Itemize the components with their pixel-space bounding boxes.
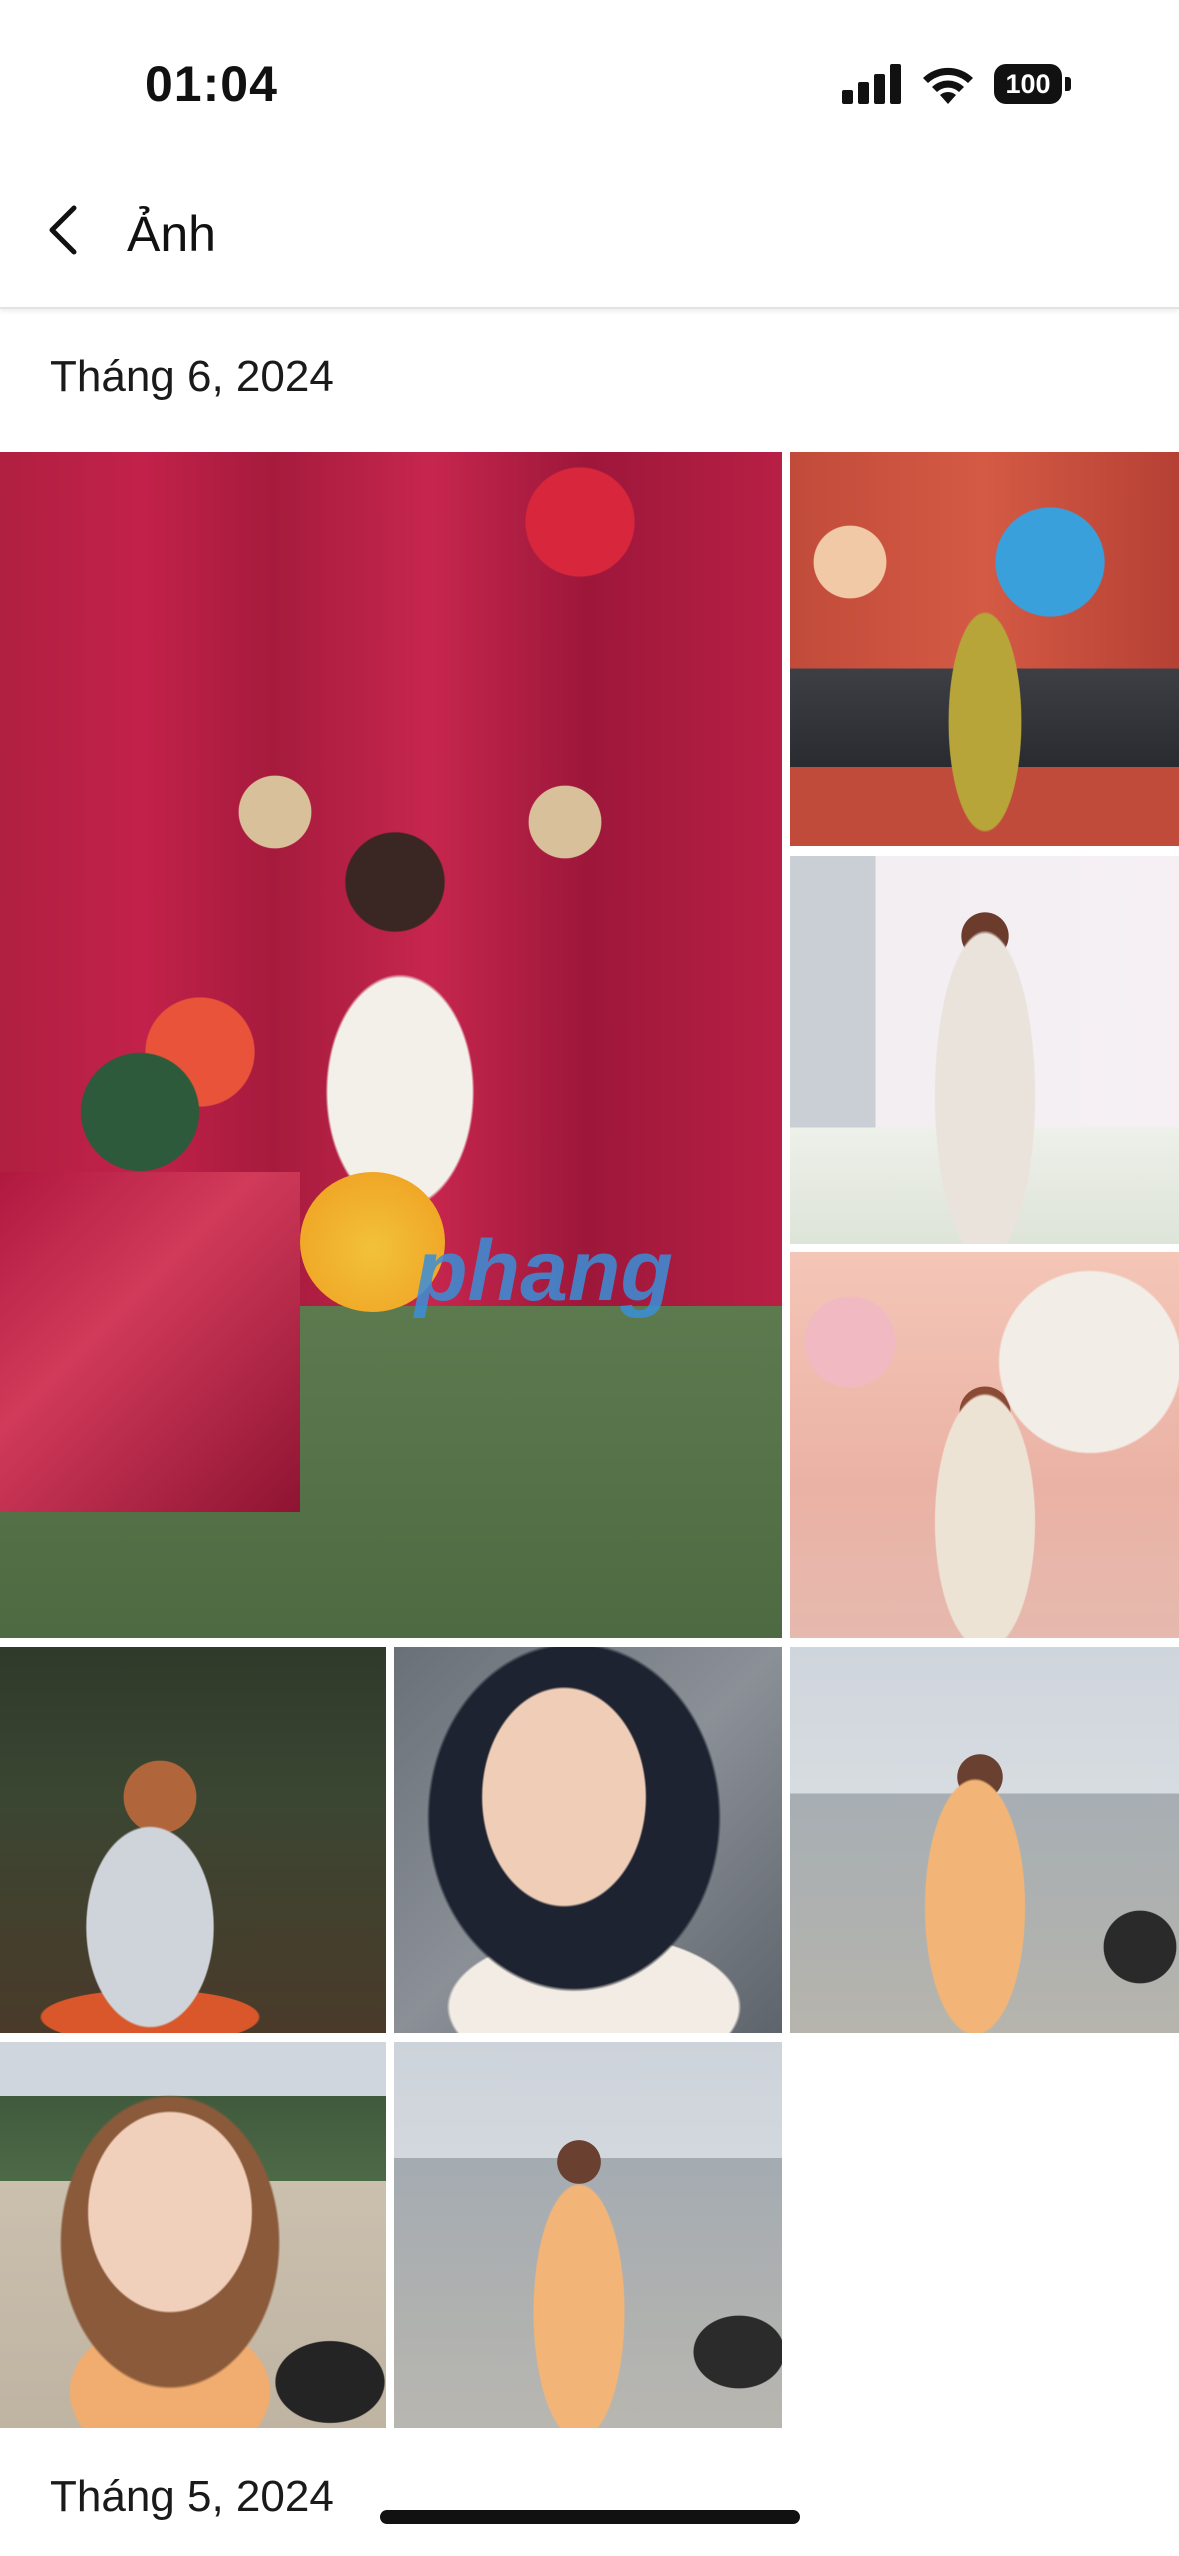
photo-night-cafe[interactable] bbox=[0, 1647, 386, 2033]
nav-bar: Ảnh bbox=[0, 150, 1179, 309]
home-indicator bbox=[380, 2510, 800, 2524]
photo-doraemon-mural[interactable] bbox=[790, 452, 1179, 846]
photo-beach-trees[interactable] bbox=[0, 2042, 386, 2428]
photo-white-flower-backdrop[interactable] bbox=[790, 856, 1179, 1244]
status-time: 01:04 bbox=[145, 56, 278, 112]
battery-level: 100 bbox=[994, 64, 1062, 104]
section-header-may-2024: Tháng 5, 2024 bbox=[50, 2472, 334, 2521]
wifi-icon bbox=[923, 67, 973, 104]
back-button[interactable] bbox=[40, 200, 90, 260]
photo-wedding-backdrop[interactable] bbox=[790, 1252, 1179, 1638]
photo-large-tet-backdrop[interactable]: phang bbox=[0, 452, 782, 1638]
photo-beach-1[interactable] bbox=[790, 1647, 1179, 2033]
photo-beach-2[interactable] bbox=[394, 2042, 782, 2428]
cellular-signal-icon bbox=[842, 64, 904, 104]
battery-icon: 100 bbox=[994, 64, 1072, 104]
page-title: Ảnh bbox=[127, 206, 216, 262]
status-bar: 01:04 100 bbox=[0, 0, 1179, 150]
section-header-june-2024: Tháng 6, 2024 bbox=[50, 352, 334, 401]
watermark-text: phang bbox=[415, 1223, 673, 1319]
photo-closeup-portrait[interactable] bbox=[394, 1647, 782, 2033]
